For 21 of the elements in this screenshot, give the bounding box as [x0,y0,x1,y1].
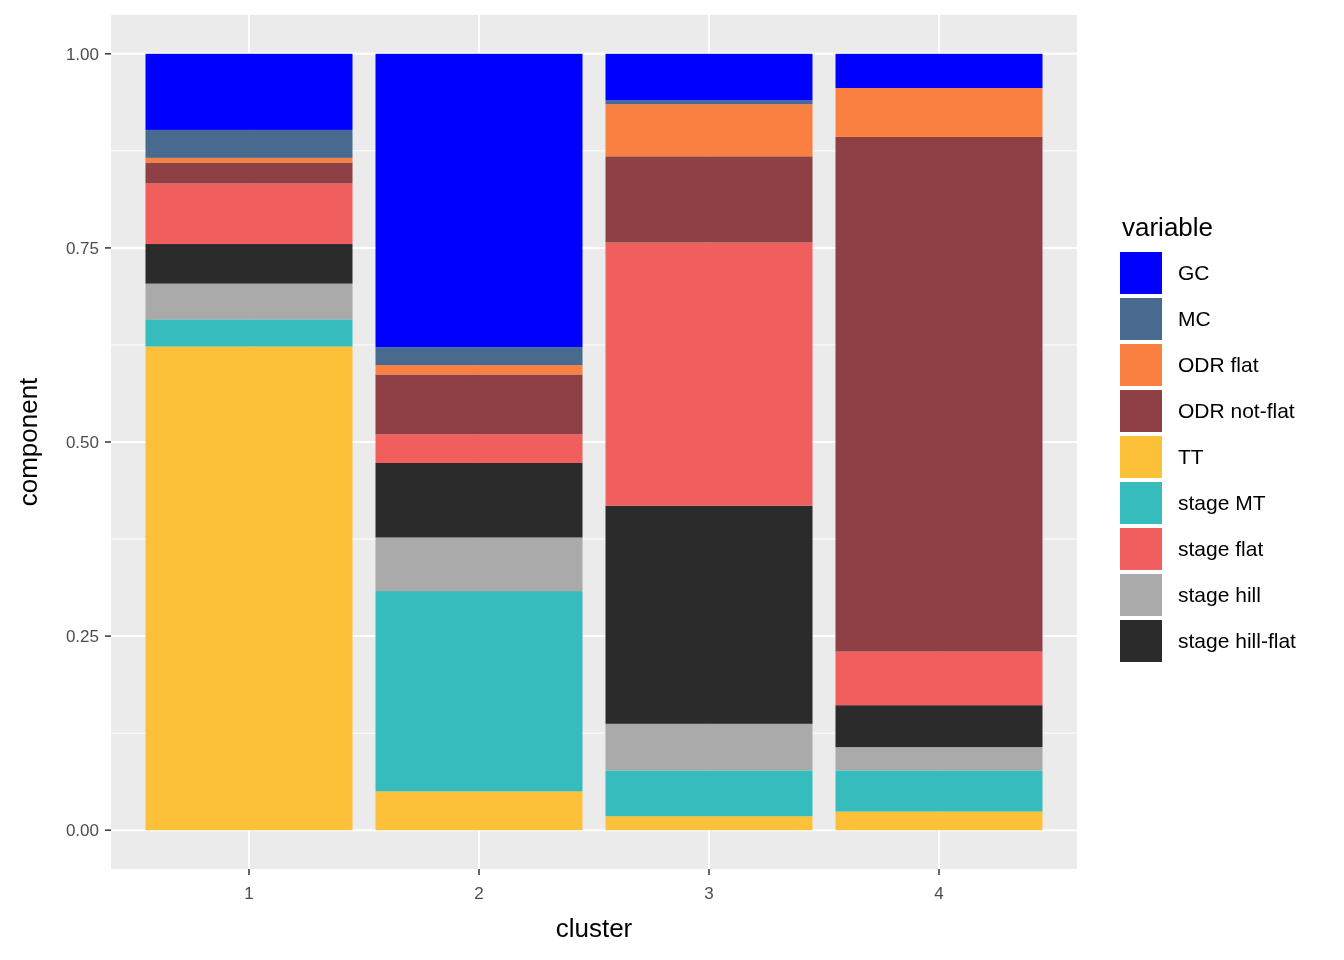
x-tick-label: 2 [474,884,484,903]
legend-label: stage flat [1178,537,1264,561]
x-axis-title: cluster [555,913,633,943]
y-tick-label: 0.50 [65,433,99,452]
legend-label: ODR not-flat [1178,399,1295,423]
y-tick-label: 0.00 [65,821,99,841]
y-tick-label: 1.00 [65,44,99,64]
x-tick-label: 4 [934,884,944,903]
y-axis-title: component [13,377,43,507]
legend-label: stage hill [1178,583,1261,607]
legend-label: stage hill-flat [1178,629,1296,653]
legend-label: ODR flat [1178,353,1259,377]
y-tick-label: 0.75 [65,238,99,258]
legend-title: variable [1122,212,1215,242]
legend-label: GC [1178,261,1210,285]
legend-label: stage MT [1178,491,1266,515]
legend-label: TT [1178,445,1204,469]
x-tick-label: 1 [244,884,254,903]
y-tick-label: 0.25 [65,627,99,647]
x-tick-label: 3 [704,884,714,903]
legend-label: MC [1178,307,1211,331]
